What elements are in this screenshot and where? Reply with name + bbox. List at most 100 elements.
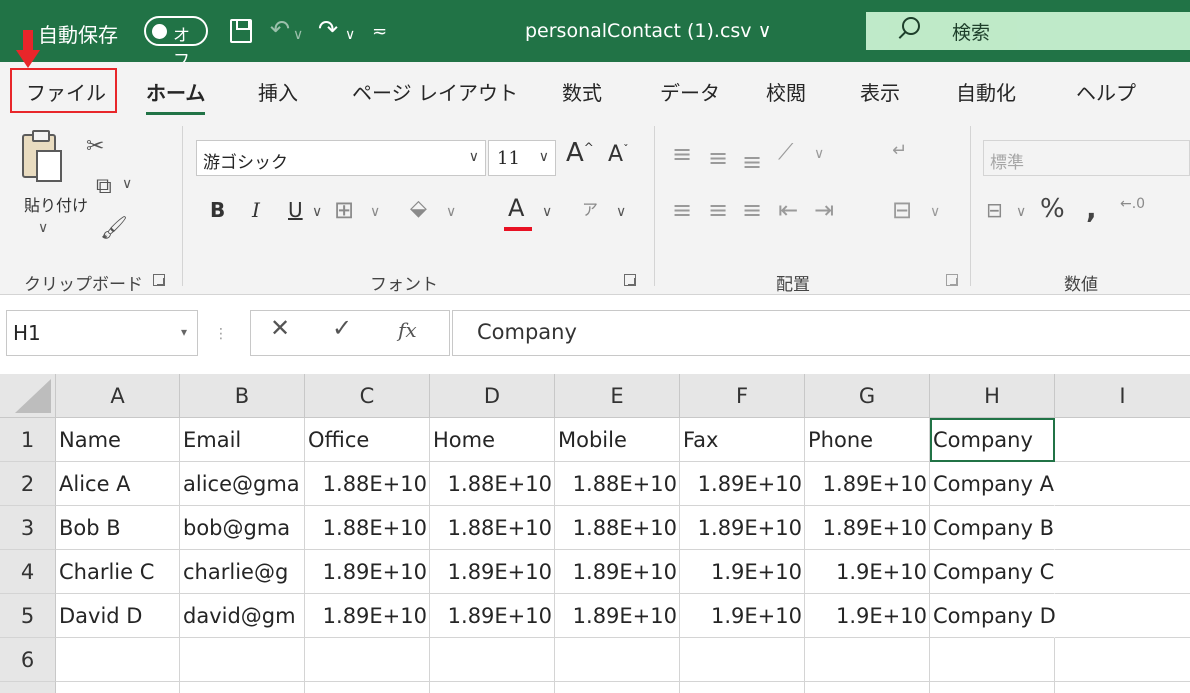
row-header-1[interactable]: 1 xyxy=(0,418,56,462)
underline-dropdown-icon[interactable]: ∨ xyxy=(312,204,322,220)
tab-home[interactable]: ホーム xyxy=(146,77,206,115)
decrease-font-icon[interactable]: Aˇ xyxy=(608,142,629,167)
bold-button[interactable]: B xyxy=(210,198,225,222)
cell-a6[interactable] xyxy=(56,638,180,682)
tab-data[interactable]: データ xyxy=(660,77,720,106)
undo-dropdown-icon[interactable]: ∨ xyxy=(293,20,303,50)
cell-e5[interactable]: 1.89E+10 xyxy=(555,594,680,638)
cell-i5[interactable] xyxy=(1055,594,1190,638)
cell-d1[interactable]: Home xyxy=(430,418,555,462)
align-center-icon[interactable]: ≡ xyxy=(708,196,728,224)
align-left-icon[interactable]: ≡ xyxy=(672,196,692,224)
increase-decimal-icon[interactable]: ←.0 xyxy=(1120,196,1145,212)
row-header-2[interactable]: 2 xyxy=(0,462,56,506)
cell-g1[interactable]: Phone xyxy=(805,418,930,462)
redo-dropdown-icon[interactable]: ∨ xyxy=(345,20,355,50)
cell-g2[interactable]: 1.89E+10 xyxy=(805,462,930,506)
cell-f3[interactable]: 1.89E+10 xyxy=(680,506,805,550)
paste-dropdown-icon[interactable]: ∨ xyxy=(38,220,48,236)
cell-d4[interactable]: 1.89E+10 xyxy=(430,550,555,594)
italic-button[interactable]: I xyxy=(252,198,260,222)
cell-c2[interactable]: 1.88E+10 xyxy=(305,462,430,506)
redo-icon[interactable]: ↷ xyxy=(318,14,338,44)
merge-center-icon[interactable]: ⊟ xyxy=(892,196,912,224)
cell-c4[interactable]: 1.89E+10 xyxy=(305,550,430,594)
cell-c7[interactable] xyxy=(305,682,430,693)
cell-i6[interactable] xyxy=(1055,638,1190,682)
cell-e6[interactable] xyxy=(555,638,680,682)
percent-icon[interactable]: % xyxy=(1040,194,1065,224)
cell-h2[interactable]: Company A xyxy=(930,462,1055,506)
cell-d6[interactable] xyxy=(430,638,555,682)
cell-d7[interactable] xyxy=(430,682,555,693)
file-name[interactable]: personalContact (1).csv ∨ xyxy=(525,20,772,42)
font-launcher-icon[interactable] xyxy=(624,274,636,286)
cell-f7[interactable] xyxy=(680,682,805,693)
format-painter-icon[interactable]: 🖌 xyxy=(100,216,128,241)
cell-f6[interactable] xyxy=(680,638,805,682)
clipboard-launcher-icon[interactable] xyxy=(153,274,165,286)
cell-e7[interactable] xyxy=(555,682,680,693)
cell-b4[interactable]: charlie@g xyxy=(180,550,305,594)
cell-h5[interactable]: Company D xyxy=(930,594,1056,638)
cell-g3[interactable]: 1.89E+10 xyxy=(805,506,930,550)
row-header-3[interactable]: 3 xyxy=(0,506,56,550)
border-icon[interactable]: ⊞ xyxy=(334,196,354,224)
cell-d2[interactable]: 1.88E+10 xyxy=(430,462,555,506)
cell-b7[interactable] xyxy=(180,682,305,693)
column-header-c[interactable]: C xyxy=(305,374,430,418)
cell-e4[interactable]: 1.89E+10 xyxy=(555,550,680,594)
align-right-icon[interactable]: ≡ xyxy=(742,196,762,224)
wrap-text-icon[interactable]: ↵ xyxy=(892,140,907,161)
cell-c1[interactable]: Office xyxy=(305,418,430,462)
cell-e1[interactable]: Mobile xyxy=(555,418,680,462)
font-color-dropdown-icon[interactable]: ∨ xyxy=(542,204,552,220)
tab-help[interactable]: ヘルプ xyxy=(1076,77,1136,106)
cell-i1[interactable] xyxy=(1055,418,1190,462)
cell-i7[interactable] xyxy=(1055,682,1190,693)
font-color-icon[interactable]: A xyxy=(508,194,524,222)
cell-f5[interactable]: 1.9E+10 xyxy=(680,594,805,638)
cell-h4[interactable]: Company C xyxy=(930,550,1055,594)
column-header-d[interactable]: D xyxy=(430,374,555,418)
phonetic-icon[interactable]: ア xyxy=(582,196,598,220)
cancel-icon[interactable]: ✕ xyxy=(270,314,290,342)
cell-d5[interactable]: 1.89E+10 xyxy=(430,594,555,638)
undo-icon[interactable]: ↶ xyxy=(270,14,290,44)
tab-automate[interactable]: 自動化 xyxy=(956,77,1016,106)
cell-g6[interactable] xyxy=(805,638,930,682)
column-header-h[interactable]: H xyxy=(930,374,1055,418)
paste-button[interactable]: 貼り付け xyxy=(24,192,88,216)
accounting-dropdown-icon[interactable]: ∨ xyxy=(1016,204,1026,220)
cell-i4[interactable] xyxy=(1055,550,1190,594)
decrease-indent-icon[interactable]: ⇤ xyxy=(778,196,798,224)
quick-access-customize-icon[interactable]: ≂ xyxy=(372,17,387,47)
insert-function-icon[interactable]: fx xyxy=(398,318,417,342)
cell-e3[interactable]: 1.88E+10 xyxy=(555,506,680,550)
copy-dropdown-icon[interactable]: ∨ xyxy=(122,176,132,192)
enter-icon[interactable]: ✓ xyxy=(332,314,352,342)
alignment-launcher-icon[interactable] xyxy=(946,274,958,286)
cell-g7[interactable] xyxy=(805,682,930,693)
cut-icon[interactable]: ✂ xyxy=(86,134,104,159)
comma-style-icon[interactable]: , xyxy=(1086,192,1097,225)
cell-a3[interactable]: Bob B xyxy=(56,506,180,550)
search-box[interactable]: 検索 xyxy=(866,12,1190,50)
save-icon[interactable] xyxy=(230,19,252,43)
cell-e2[interactable]: 1.88E+10 xyxy=(555,462,680,506)
merge-dropdown-icon[interactable]: ∨ xyxy=(930,204,940,220)
cell-c6[interactable] xyxy=(305,638,430,682)
cell-a7[interactable] xyxy=(56,682,180,693)
cell-h1[interactable]: Company xyxy=(930,418,1055,462)
formula-input[interactable]: Company xyxy=(452,310,1190,356)
name-box[interactable]: H1 ▾ xyxy=(6,310,198,356)
cell-b2[interactable]: alice@gma xyxy=(180,462,305,506)
border-dropdown-icon[interactable]: ∨ xyxy=(370,204,380,220)
cell-h3[interactable]: Company B xyxy=(930,506,1055,550)
cell-g4[interactable]: 1.9E+10 xyxy=(805,550,930,594)
cell-h7[interactable] xyxy=(930,682,1055,693)
cell-f2[interactable]: 1.89E+10 xyxy=(680,462,805,506)
font-size-select[interactable]: 11 ∨ xyxy=(488,140,556,176)
align-top-icon[interactable]: ≡ xyxy=(672,140,692,168)
cell-a4[interactable]: Charlie C xyxy=(56,550,180,594)
